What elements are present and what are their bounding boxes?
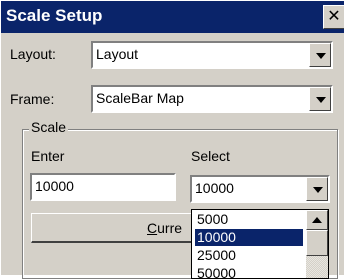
frame-select[interactable]: ScaleBar Map (91, 85, 333, 113)
list-item-selected[interactable]: 10000 (195, 229, 303, 246)
layout-label: Layout: (10, 46, 56, 62)
scale-enter-value: 10000 (35, 178, 74, 194)
scale-select-value: 10000 (195, 180, 234, 196)
chevron-down-icon (316, 53, 326, 59)
layout-select[interactable]: Layout (91, 41, 333, 69)
scroll-up-button[interactable] (306, 210, 328, 230)
chevron-up-icon (312, 217, 322, 223)
frame-select-value: ScaleBar Map (96, 90, 184, 106)
title-bar[interactable]: Scale Setup ✕ (1, 1, 344, 33)
scale-setup-dialog: Scale Setup ✕ Layout: Layout Frame: Scal… (0, 0, 344, 279)
list-item[interactable]: 5000 (195, 211, 303, 228)
chevron-down-icon (313, 187, 323, 193)
select-label: Select (191, 148, 230, 164)
scale-select[interactable]: 10000 (190, 175, 330, 203)
frame-dropdown-button[interactable] (309, 87, 331, 111)
scale-enter-input[interactable]: 10000 (30, 173, 176, 201)
chevron-down-icon (316, 97, 326, 103)
enter-label: Enter (31, 148, 65, 164)
scale-group-title: Scale (29, 119, 69, 135)
scrollbar-thumb[interactable] (306, 230, 328, 256)
layout-dropdown-button[interactable] (309, 43, 331, 67)
layout-select-value: Layout (96, 46, 139, 62)
list-item[interactable]: 50000 (195, 265, 303, 278)
current-scale-button-label: Curre (147, 220, 183, 236)
scale-dropdown-button[interactable] (306, 177, 328, 201)
dialog-title: Scale Setup (6, 6, 103, 25)
close-button[interactable]: ✕ (323, 5, 344, 29)
frame-label: Frame: (10, 91, 55, 107)
close-icon: ✕ (327, 8, 341, 25)
scale-dropdown-list[interactable]: 5000 10000 25000 50000 (191, 209, 329, 279)
list-item[interactable]: 25000 (195, 247, 303, 264)
